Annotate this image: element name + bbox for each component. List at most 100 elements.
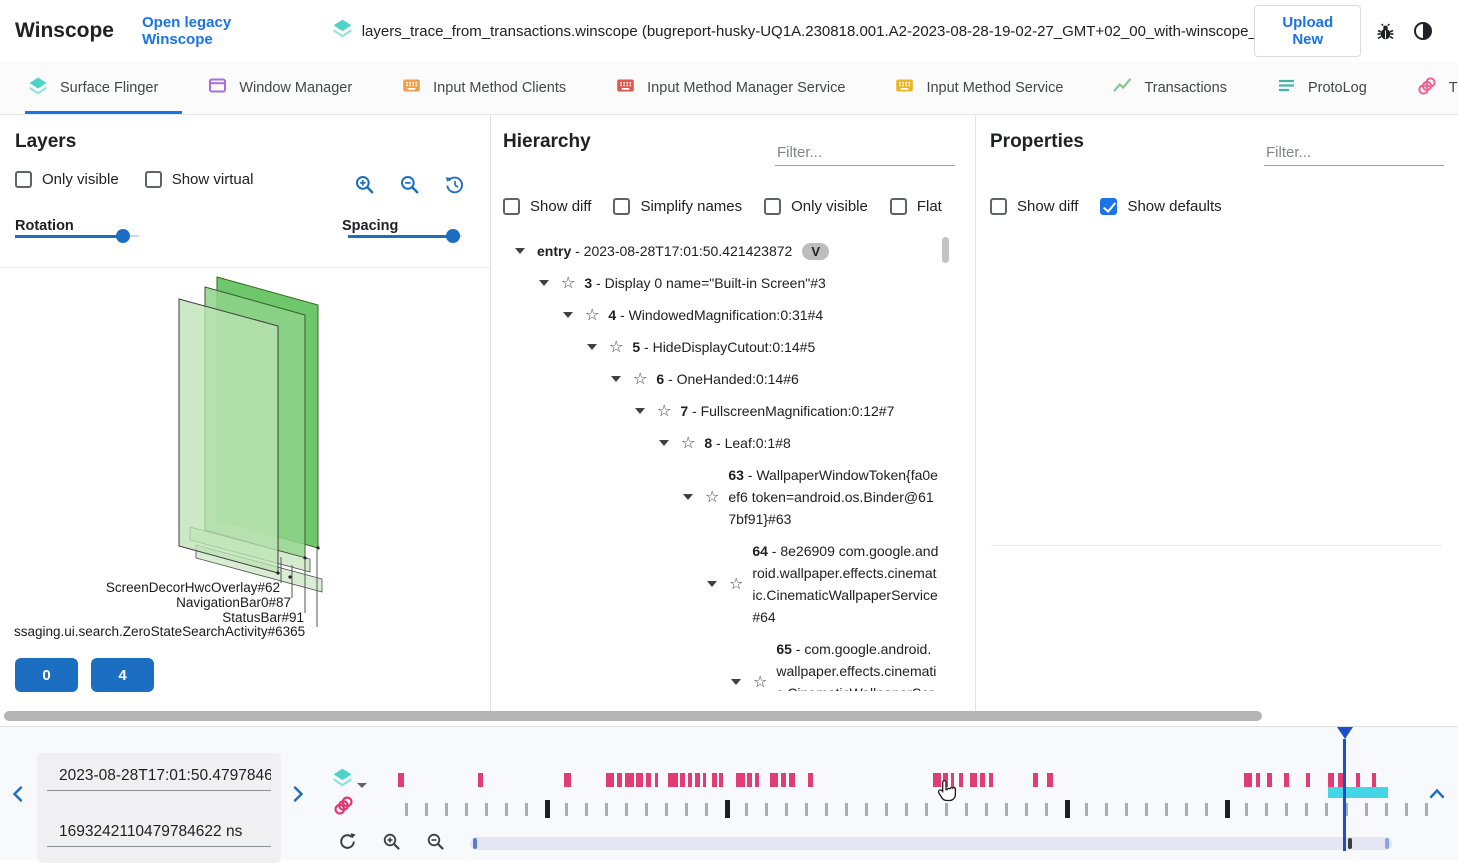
star-icon[interactable]: ☆ [657,402,671,420]
star-icon[interactable]: ☆ [681,434,695,452]
timeline-tick [525,803,528,816]
tree-node[interactable]: ☆ 5 - HideDisplayCutout:0:14#5 [501,331,939,363]
timeline-tick [1265,803,1268,816]
star-icon[interactable]: ☆ [729,575,743,593]
checkbox-box[interactable] [990,198,1007,215]
timeline-tick [825,803,828,816]
timeline-tick [1245,803,1248,816]
trend-icon [1113,76,1132,100]
star-icon[interactable]: ☆ [609,338,623,356]
tab-input-method-clients[interactable]: Input Method Clients [402,62,566,114]
tree-node[interactable]: ☆ 4 - WindowedMagnification:0:31#4 [501,299,939,331]
timeline-zoom-slider[interactable] [470,837,1392,850]
checkbox-box[interactable] [613,198,630,215]
expand-arrow-icon[interactable] [587,344,597,350]
tree-node[interactable]: ☆ 3 - Display 0 name="Built-in Screen"#3 [501,267,939,299]
trace-tab-bar: Surface Flinger Window Manager Input Met… [0,62,1458,115]
star-icon[interactable]: ☆ [633,370,647,388]
tab-protolog[interactable]: ProtoLog [1277,62,1367,114]
layer-label: ssaging.ui.search.ZeroStateSearchActivit… [14,624,305,639]
bug-report-icon[interactable] [1373,19,1398,44]
star-icon[interactable]: ☆ [705,488,719,506]
zoom-out-icon[interactable] [397,172,422,197]
dark-mode-icon[interactable] [1410,18,1436,44]
star-icon[interactable]: ☆ [561,274,575,292]
properties-panel: Properties Show diff Show defaults [975,115,1458,711]
expand-arrow-icon[interactable] [659,440,669,446]
tab-input-method-service[interactable]: Input Method Service [895,62,1063,114]
tree-node[interactable]: ☆ 8 - Leaf:0:1#8 [501,427,939,459]
tree-scrollbar[interactable] [942,237,949,263]
trace-event-marker [636,773,643,787]
tree-node[interactable]: ☆ 64 - 8e26909 com.google.android.wallpa… [501,535,939,633]
horizontal-scrollbar[interactable] [4,711,1262,721]
properties-filter-input[interactable] [1264,140,1444,166]
upload-new-button[interactable]: Upload New [1254,5,1361,57]
expand-arrow-icon[interactable] [635,408,645,414]
expand-arrow-icon[interactable] [611,376,621,382]
tree-node[interactable]: ☆ entry - 2023-08-28T17:01:50.421423872 … [501,235,939,267]
restore-icon[interactable] [442,172,467,197]
timeline-tick [1185,803,1188,816]
layer-id-button-0[interactable]: 0 [15,658,78,692]
tab-surface-flinger[interactable]: Surface Flinger [28,62,158,114]
zoom-in-icon[interactable] [352,172,377,197]
layer-label: StatusBar#91 [222,610,304,625]
timeline-cursor-head[interactable] [1337,727,1353,739]
timeline-tick [1005,803,1008,816]
expand-arrow-icon[interactable] [515,248,525,254]
timeline-selection[interactable] [1328,787,1388,798]
layers-icon [28,76,48,101]
checkbox-flat[interactable]: Flat [890,198,942,215]
trace-event-marker [1033,773,1038,787]
tab-tra[interactable]: Tra [1417,62,1458,114]
checkbox-box[interactable] [145,171,162,188]
rotation-slider[interactable] [15,229,139,243]
tab-transactions[interactable]: Transactions [1113,62,1226,114]
trace-event-marker [617,773,622,787]
expand-arrow-icon[interactable] [563,312,573,318]
tree-node[interactable]: ☆ 63 - WallpaperWindowToken{fa0eef6 toke… [501,459,939,535]
tree-node[interactable]: ☆ 6 - OneHanded:0:14#6 [501,363,939,395]
properties-divider [991,545,1442,546]
checkbox-box[interactable] [15,171,32,188]
visibility-chip: V [802,243,829,260]
timeline-tick [885,803,888,816]
checkbox-show-diff[interactable]: Show diff [503,198,591,215]
checkbox-show-diff[interactable]: Show diff [990,198,1078,215]
timeline-cursor[interactable] [1343,739,1346,851]
expand-arrow-icon[interactable] [539,280,549,286]
rotation-slider-thumb[interactable] [116,229,130,243]
timeline-tick [1225,800,1230,818]
star-icon[interactable]: ☆ [753,673,767,691]
checkbox-box[interactable] [890,198,907,215]
checkbox-simplify-names[interactable]: Simplify names [613,198,742,215]
timeline-tick [965,803,968,816]
star-icon[interactable]: ☆ [585,306,599,324]
layer-id-button-4[interactable]: 4 [91,658,154,692]
tab-window-manager[interactable]: Window Manager [208,62,352,114]
spacing-slider[interactable] [348,229,462,243]
layer-label: ScreenDecorHwcOverlay#62 [106,580,280,595]
spacing-slider-thumb[interactable] [446,229,460,243]
timeline [0,726,1458,860]
checkbox-only-visible[interactable]: Only visible [15,171,119,188]
layers-icon [332,18,353,44]
tab-input-method-manager-service[interactable]: Input Method Manager Service [616,62,845,114]
checkbox-show-virtual[interactable]: Show virtual [145,171,254,188]
tree-node[interactable]: ☆ 65 - com.google.android.wallpaper.effe… [501,633,939,691]
checkbox-box[interactable] [503,198,520,215]
trace-event-marker [1256,773,1260,787]
hierarchy-filter-input[interactable] [775,140,955,166]
expand-arrow-icon[interactable] [707,581,717,587]
checkbox-box[interactable] [1100,198,1117,215]
expand-arrow-icon[interactable] [683,494,693,500]
checkbox-show-defaults[interactable]: Show defaults [1100,198,1221,215]
expand-timeline-button[interactable] [1426,785,1448,806]
checkbox-box[interactable] [764,198,781,215]
tree-node[interactable]: ☆ 7 - FullscreenMagnification:0:12#7 [501,395,939,427]
trace-event-marker [606,773,614,787]
open-legacy-link[interactable]: Open legacy Winscope [142,14,300,48]
expand-arrow-icon[interactable] [731,679,741,685]
checkbox-only-visible[interactable]: Only visible [764,198,868,215]
